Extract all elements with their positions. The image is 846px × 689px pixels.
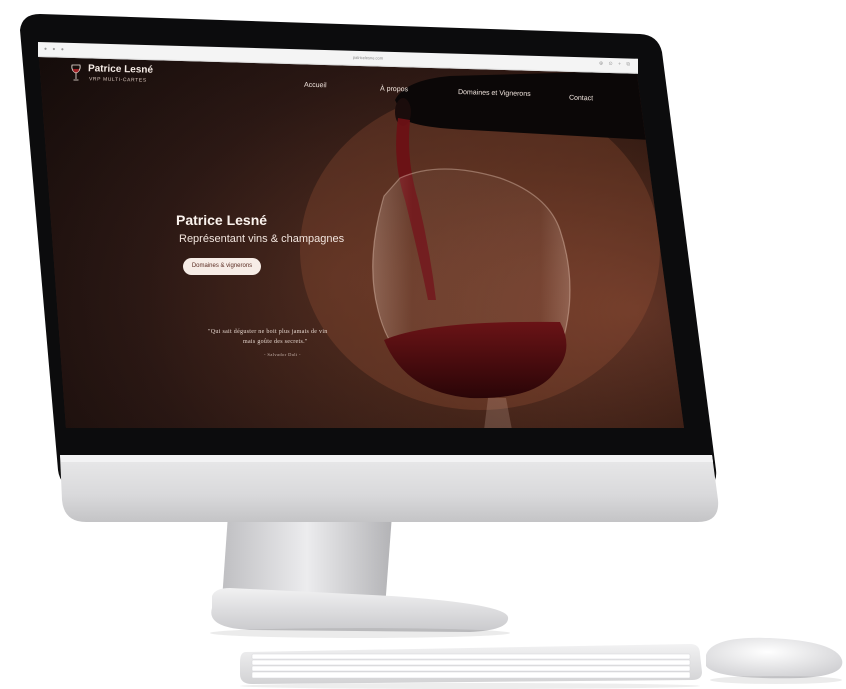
- nav-contact[interactable]: Contact: [569, 95, 593, 103]
- product-mockup: ● ● ● patricelesne.com ⊕ ⊙ + ⧉ Patrice L…: [0, 0, 846, 689]
- window-controls[interactable]: ● ● ●: [44, 46, 66, 53]
- monitor-chin: [60, 455, 719, 522]
- quote-author: - Salvador Dali -: [264, 352, 301, 357]
- site-title[interactable]: Patrice Lesné: [88, 63, 153, 75]
- hero-subtitle: Représentant vins & champagnes: [179, 233, 345, 245]
- stand-base: [211, 588, 509, 632]
- wine-glass-logo-icon[interactable]: [70, 64, 82, 82]
- domaines-vignerons-button[interactable]: Domaines & vignerons: [183, 258, 261, 275]
- nav-accueil[interactable]: Accueil: [304, 82, 327, 90]
- nav-a-propos[interactable]: À propos: [380, 86, 408, 94]
- address-bar[interactable]: patricelesne.com: [308, 53, 428, 63]
- quote-line-2: mais goûte des secrets.": [243, 339, 308, 345]
- hero-title: Patrice Lesné: [176, 212, 268, 228]
- site-subtitle: VRP MULTI-CARTES: [88, 76, 147, 84]
- mouse: [706, 637, 843, 679]
- browser-tools-icon[interactable]: ⊕ ⊙ + ⧉: [599, 61, 632, 68]
- quote-line-1: "Qui sait déguster ne boit plus jamais d…: [208, 329, 328, 335]
- keyboard-keys: [251, 653, 691, 679]
